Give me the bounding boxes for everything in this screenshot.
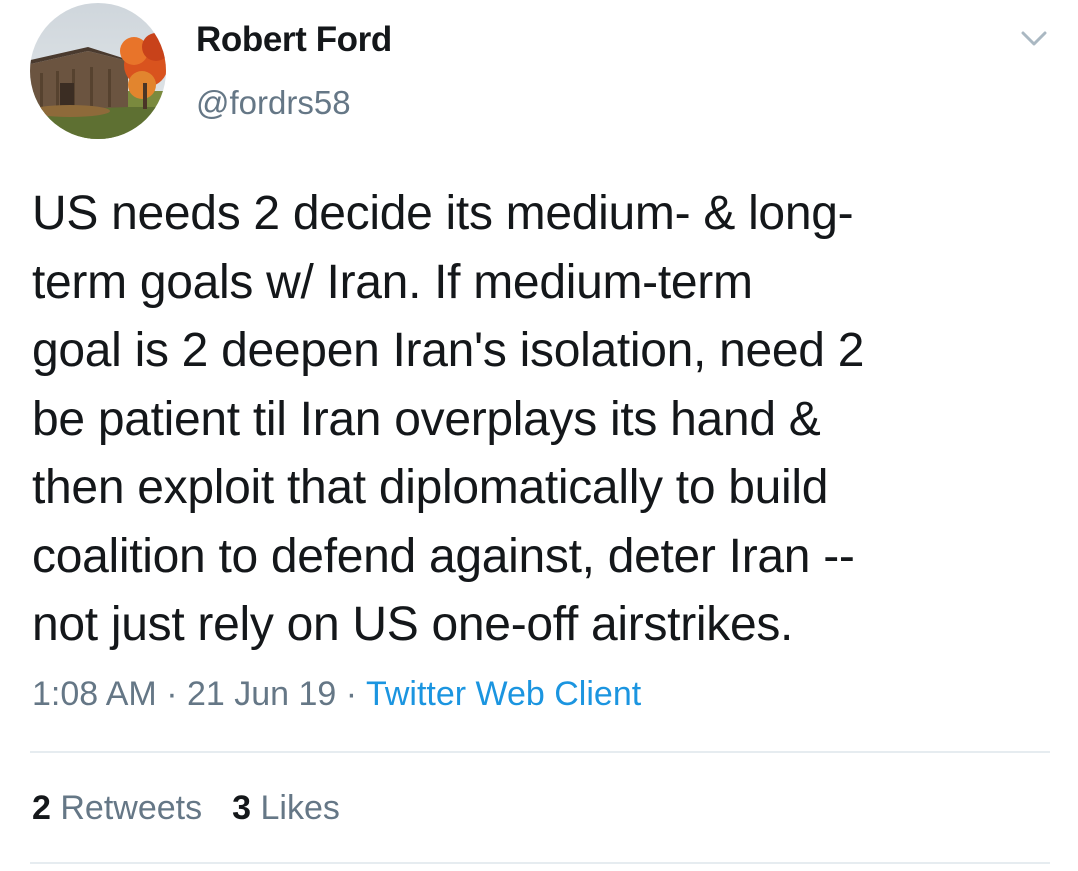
tweet-meta: 1:08 AM · 21 Jun 19 · Twitter Web Client (32, 675, 641, 714)
author-display-name[interactable]: Robert Ford (196, 20, 392, 60)
likes-stat[interactable]: 3 Likes (232, 789, 340, 828)
meta-separator: · (156, 675, 187, 713)
divider (30, 751, 1050, 753)
retweets-stat[interactable]: 2 Retweets (32, 789, 202, 828)
tweet-text: US needs 2 decide its medium- & long- te… (32, 187, 865, 651)
likes-count: 3 (232, 789, 252, 827)
likes-label: Likes (260, 789, 340, 827)
tweet-detail: Robert Ford @fordrs58 US needs 2 decide … (0, 0, 1078, 871)
author-handle[interactable]: @fordrs58 (196, 84, 351, 122)
tweet-stats: 2 Retweets 3 Likes (32, 789, 340, 828)
avatar-image (30, 3, 166, 139)
divider (30, 862, 1050, 864)
retweets-label: Retweets (60, 789, 203, 827)
tweet-menu-button[interactable] (1018, 24, 1050, 54)
tweet-source-link[interactable]: Twitter Web Client (366, 675, 641, 713)
tweet-time[interactable]: 1:08 AM (32, 675, 157, 713)
tweet-date[interactable]: 21 Jun 19 (187, 675, 336, 713)
retweets-count: 2 (32, 789, 51, 827)
chevron-down-icon (1021, 31, 1047, 46)
avatar[interactable] (30, 3, 166, 139)
meta-separator: · (336, 675, 366, 713)
